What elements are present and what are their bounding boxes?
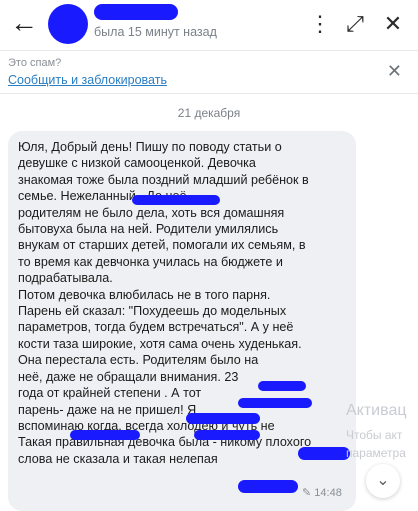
redaction: [70, 430, 140, 440]
redaction: [238, 480, 298, 493]
redaction: [194, 430, 260, 440]
date-divider: 21 декабря: [177, 106, 241, 120]
watermark-line: параметра: [346, 446, 406, 460]
chevron-down-icon: ⌄: [376, 472, 390, 489]
watermark-line: Чтобы акт: [346, 428, 403, 442]
last-seen-status: была 15 минут назад: [94, 25, 217, 39]
message-meta: ✎ 14:48: [302, 486, 342, 499]
edit-icon: ✎: [302, 487, 312, 499]
redaction: [258, 381, 306, 391]
scroll-down-button[interactable]: ⌄: [366, 464, 400, 498]
more-icon[interactable]: ⋮: [308, 12, 332, 36]
redaction: [238, 398, 312, 408]
report-block-link[interactable]: Сообщить и заблокировать: [8, 73, 167, 87]
activation-watermark-text: Чтобы акт параметра: [346, 426, 406, 462]
chat-header: ← была 15 минут назад ⋮ ⤢ ✕: [0, 0, 418, 51]
close-banner-icon[interactable]: ✕: [387, 61, 402, 82]
activation-watermark-title: Активац: [346, 402, 407, 419]
message-time: 14:48: [314, 487, 342, 499]
spam-question: Это спам?: [8, 57, 62, 69]
expand-icon[interactable]: ⤢: [343, 12, 367, 36]
back-arrow-icon[interactable]: ←: [10, 9, 38, 38]
spam-banner: Это спам? Сообщить и заблокировать ✕: [0, 51, 418, 94]
redaction: [132, 195, 220, 205]
close-icon[interactable]: ✕: [381, 12, 405, 36]
redaction: [298, 447, 350, 460]
avatar[interactable]: [48, 4, 88, 44]
contact-name-redacted: [94, 4, 178, 20]
message-text: Юля, Добрый день! Пишу по поводу статьи …: [18, 140, 312, 466]
redaction: [186, 413, 260, 424]
